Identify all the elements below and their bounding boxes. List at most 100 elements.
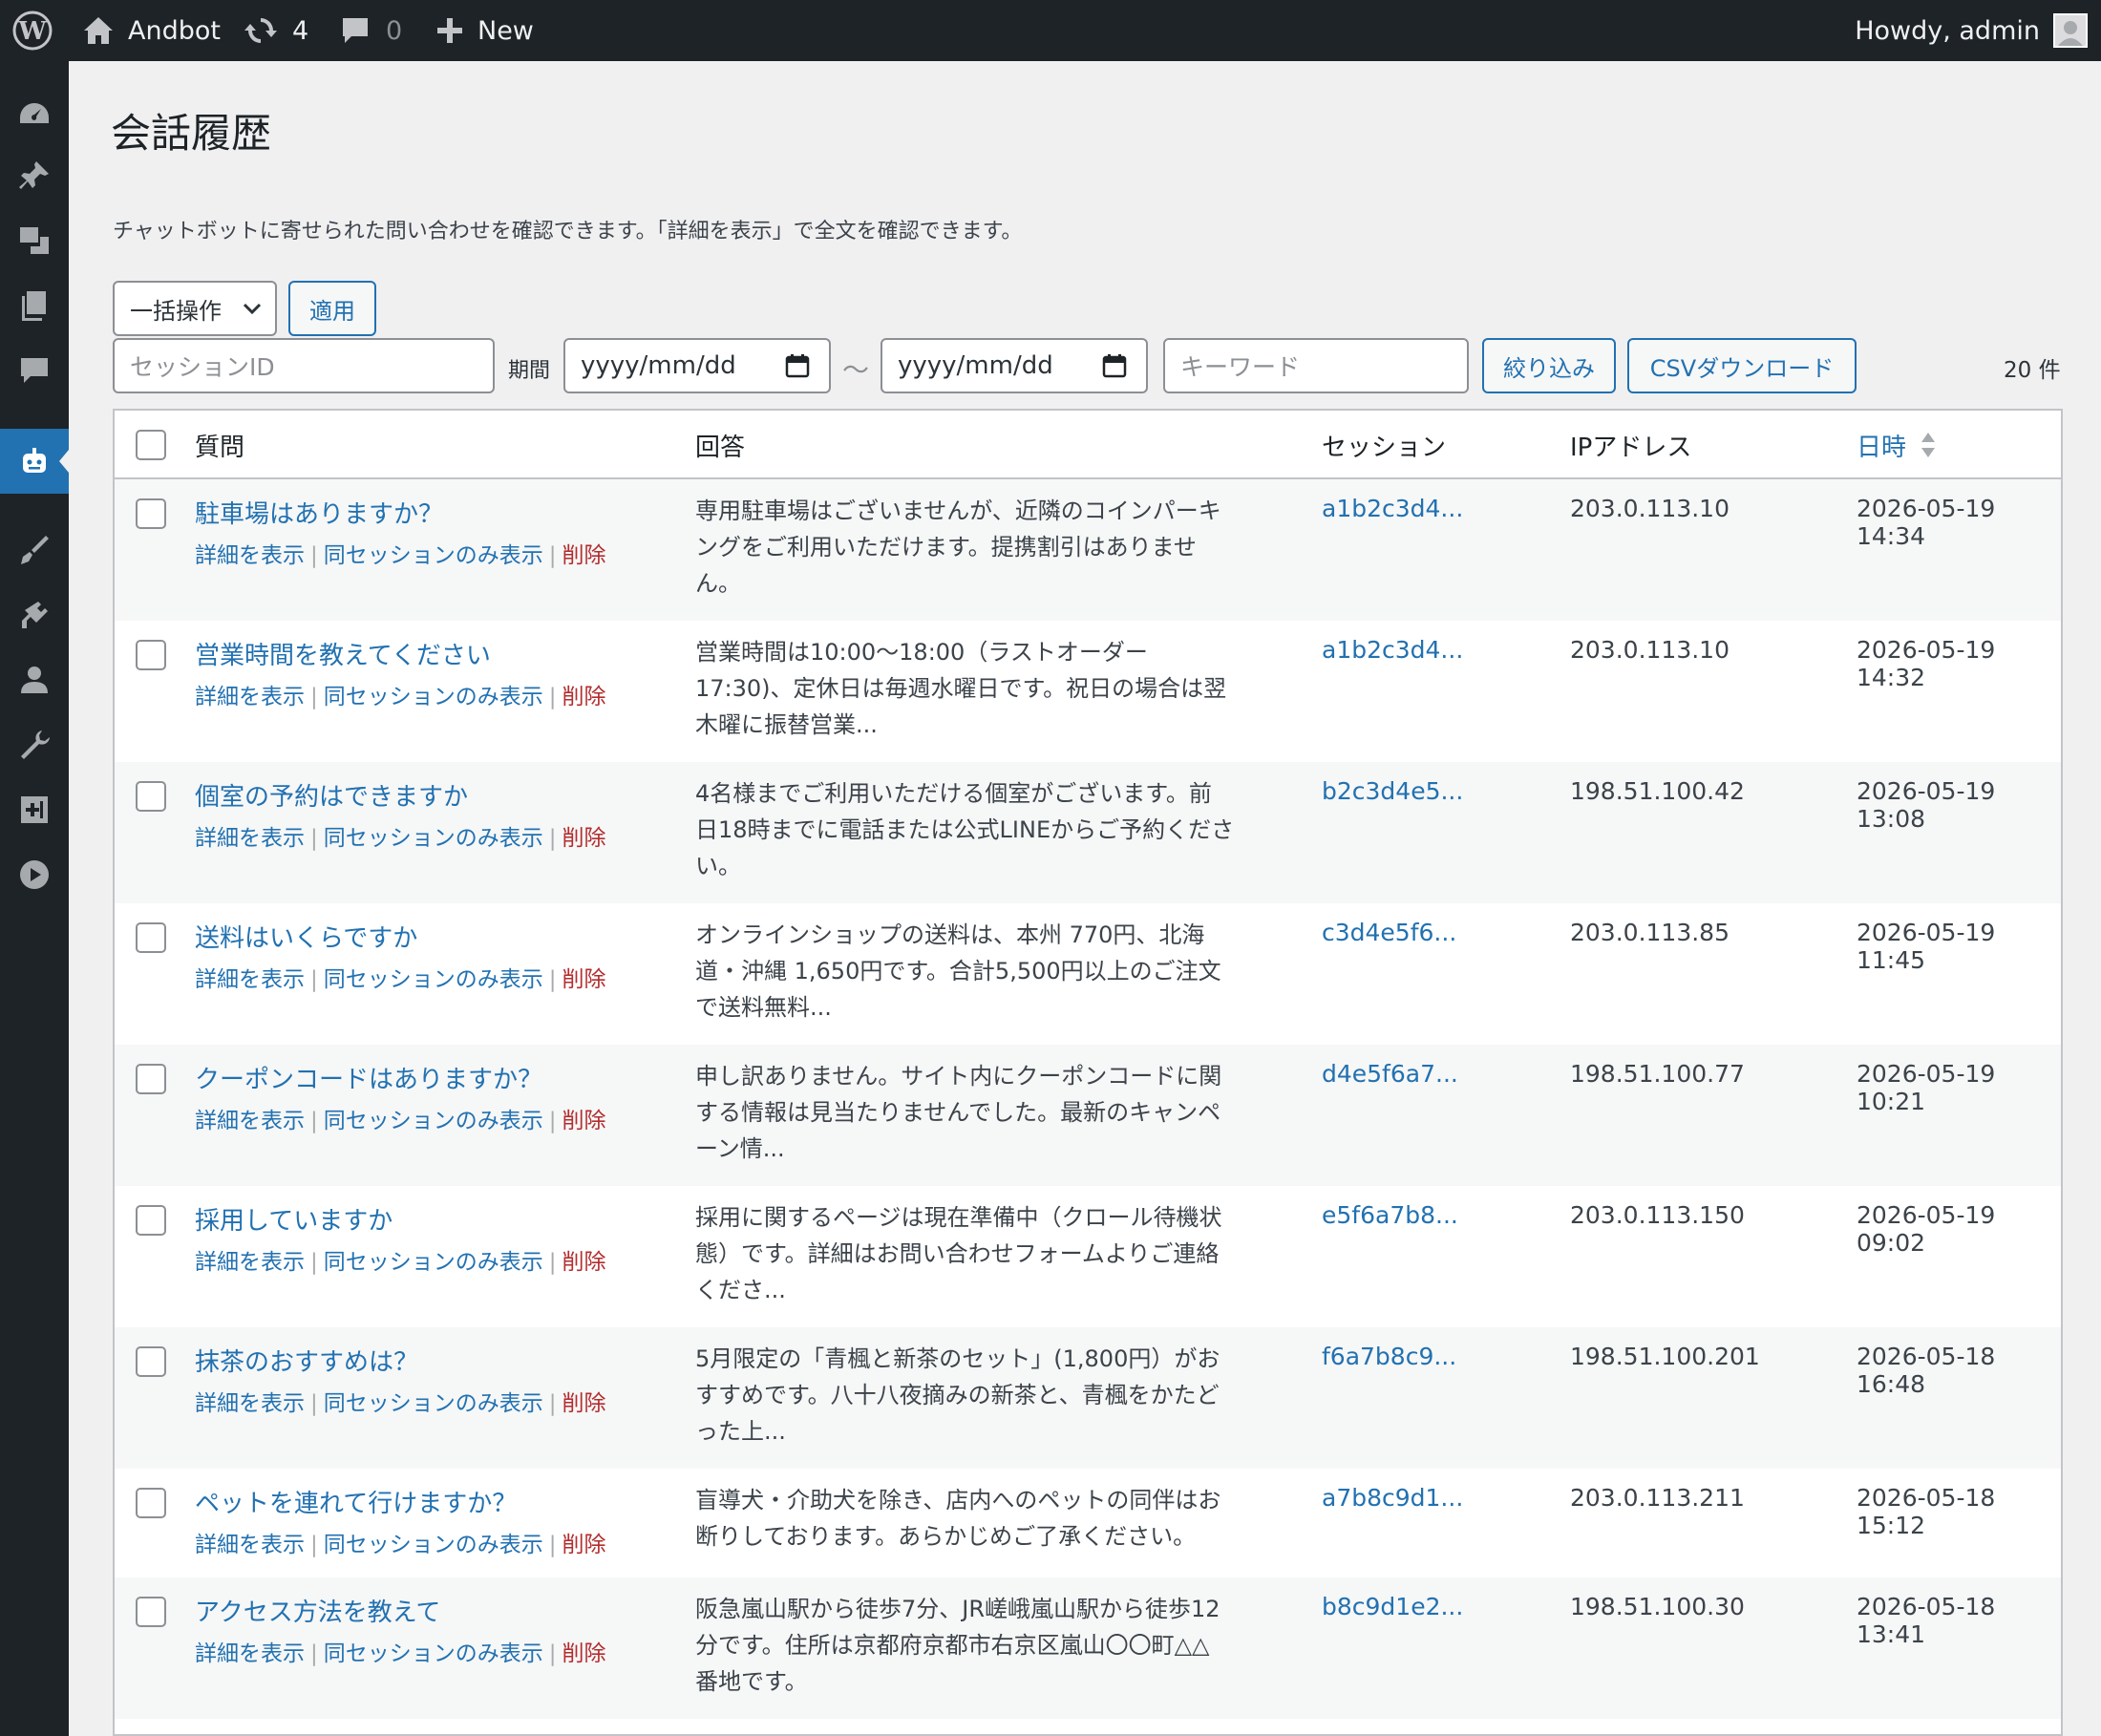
- row-checkbox[interactable]: [136, 922, 166, 953]
- csv-download-button[interactable]: CSVダウンロード: [1627, 338, 1857, 393]
- row-checkbox[interactable]: [136, 1346, 166, 1377]
- answer-line: くださ...: [695, 1277, 786, 1303]
- menu-media[interactable]: [0, 208, 69, 273]
- question-link[interactable]: アクセス方法を教えて: [195, 1593, 440, 1628]
- question-link[interactable]: クーポンコードはありますか？: [195, 1060, 542, 1095]
- datetime: 2026-05-19 13:08: [1857, 777, 1996, 833]
- filter-button[interactable]: 絞り込み: [1482, 338, 1616, 393]
- answer-line: 番地です。: [695, 1668, 808, 1695]
- view-detail-link[interactable]: 詳細を表示: [195, 1533, 305, 1557]
- menu-appearance[interactable]: [0, 518, 69, 582]
- row-checkbox[interactable]: [136, 781, 166, 812]
- menu-posts[interactable]: [0, 143, 69, 208]
- session-link[interactable]: e5f6a7b8...: [1322, 1201, 1458, 1229]
- session-link[interactable]: c3d4e5f6...: [1322, 919, 1456, 946]
- menu-media-player[interactable]: [0, 842, 69, 907]
- ip-address: 198.51.100.77: [1570, 1060, 1745, 1088]
- column-session: セッション: [1322, 433, 1447, 462]
- row-checkbox[interactable]: [136, 640, 166, 670]
- view-detail-link[interactable]: 詳細を表示: [195, 826, 305, 851]
- delete-link[interactable]: 削除: [562, 1641, 606, 1666]
- same-session-link[interactable]: 同セッションのみ表示: [324, 543, 543, 568]
- select-all-checkbox[interactable]: [136, 430, 166, 460]
- view-detail-link[interactable]: 詳細を表示: [195, 967, 305, 992]
- row-checkbox[interactable]: [136, 498, 166, 529]
- calendar-icon[interactable]: [785, 353, 810, 378]
- new-content-link[interactable]: New: [435, 0, 534, 61]
- date-to-input[interactable]: yyyy/mm/dd: [881, 338, 1148, 393]
- view-detail-link[interactable]: 詳細を表示: [195, 1109, 305, 1133]
- menu-pages[interactable]: [0, 273, 69, 338]
- question-link[interactable]: ペットを連れて行けますか？: [195, 1484, 517, 1519]
- same-session-link[interactable]: 同セッションのみ表示: [324, 1109, 543, 1133]
- row-checkbox[interactable]: [136, 1064, 166, 1094]
- same-session-link[interactable]: 同セッションのみ表示: [324, 967, 543, 992]
- answer-line: 態）です。詳細はお問い合わせフォームよりご連絡: [695, 1240, 1220, 1267]
- view-detail-link[interactable]: 詳細を表示: [195, 685, 305, 709]
- session-link[interactable]: a1b2c3d4...: [1322, 636, 1463, 664]
- delete-link[interactable]: 削除: [562, 1250, 606, 1275]
- session-link[interactable]: d4e5f6a7...: [1322, 1060, 1458, 1088]
- session-link[interactable]: b2c3d4e5...: [1322, 777, 1463, 805]
- same-session-link[interactable]: 同セッションのみ表示: [324, 1533, 543, 1557]
- delete-link[interactable]: 削除: [562, 543, 606, 568]
- view-detail-link[interactable]: 詳細を表示: [195, 1250, 305, 1275]
- question-link[interactable]: 送料はいくらですか: [195, 919, 417, 954]
- table-row: アクセス方法を教えて 詳細を表示 | 同セッションのみ表示 | 削除 阪急嵐山駅から徒歩7分…: [115, 1577, 2061, 1719]
- datetime: 2026-05-18 16:48: [1857, 1343, 1996, 1398]
- same-session-link[interactable]: 同セッションのみ表示: [324, 1250, 543, 1275]
- row-checkbox[interactable]: [136, 1597, 166, 1627]
- row-checkbox[interactable]: [136, 1205, 166, 1236]
- bulk-action-select[interactable]: 一括操作: [113, 281, 277, 336]
- wordpress-logo-icon[interactable]: W: [11, 0, 53, 61]
- session-link[interactable]: f6a7b8c9...: [1322, 1343, 1456, 1370]
- updates-link[interactable]: 4: [244, 0, 308, 61]
- site-name: Andbot: [128, 15, 221, 46]
- row-checkbox[interactable]: [136, 1488, 166, 1518]
- question-link[interactable]: 駐車場はありますか？: [195, 495, 443, 530]
- view-detail-link[interactable]: 詳細を表示: [195, 1641, 305, 1666]
- answer-line: 5月限定の「青楓と新茶のセット」(1,800円）がお: [695, 1345, 1220, 1372]
- answer-text: 採用に関するページは現在準備中（クロール待機状 態）です。詳細はお問い合わせフォー…: [695, 1199, 1242, 1308]
- session-link[interactable]: a1b2c3d4...: [1322, 495, 1463, 522]
- menu-dashboard[interactable]: [0, 82, 69, 147]
- page-description: チャットボットに寄せられた問い合わせを確認できます。「詳細を表示」で全文を確認で…: [113, 220, 1023, 243]
- question-link[interactable]: 個室の予約はできますか: [195, 777, 468, 813]
- delete-link[interactable]: 削除: [562, 685, 606, 709]
- site-name-link[interactable]: Andbot: [82, 0, 221, 61]
- view-detail-link[interactable]: 詳細を表示: [195, 543, 305, 568]
- my-account-link[interactable]: Howdy, admin: [1855, 0, 2088, 61]
- menu-comments[interactable]: [0, 338, 69, 403]
- same-session-link[interactable]: 同セッションのみ表示: [324, 1391, 543, 1416]
- session-link[interactable]: b8c9d1e2...: [1322, 1593, 1463, 1620]
- apply-button[interactable]: 適用: [288, 281, 376, 336]
- delete-link[interactable]: 削除: [562, 967, 606, 992]
- menu-andbot[interactable]: [0, 429, 69, 494]
- menu-plugins[interactable]: [0, 582, 69, 647]
- question-link[interactable]: 抹茶のおすすめは？: [195, 1343, 418, 1378]
- question-link[interactable]: 採用していますか: [195, 1201, 393, 1237]
- delete-link[interactable]: 削除: [562, 826, 606, 851]
- view-detail-link[interactable]: 詳細を表示: [195, 1391, 305, 1416]
- question-link[interactable]: 営業時間を教えてください: [195, 636, 491, 671]
- delete-link[interactable]: 削除: [562, 1109, 606, 1133]
- same-session-link[interactable]: 同セッションのみ表示: [324, 1641, 543, 1666]
- date-from-input[interactable]: yyyy/mm/dd: [563, 338, 831, 393]
- same-session-link[interactable]: 同セッションのみ表示: [324, 826, 543, 851]
- session-id-input[interactable]: セッションID: [113, 338, 495, 393]
- session-link[interactable]: a7b8c9d1...: [1322, 1484, 1463, 1512]
- delete-link[interactable]: 削除: [562, 1533, 606, 1557]
- wrench-icon: [21, 730, 50, 759]
- column-datetime-sort[interactable]: 日時: [1857, 411, 1937, 479]
- plus-icon: [437, 18, 462, 43]
- action-separator: |: [548, 1533, 557, 1557]
- menu-settings-plugin[interactable]: [0, 777, 69, 842]
- calendar-icon[interactable]: [1102, 353, 1127, 378]
- keyword-input[interactable]: キーワード: [1163, 338, 1469, 393]
- answer-line: 断りしております。あらかじめご了承ください。: [695, 1523, 1197, 1550]
- delete-link[interactable]: 削除: [562, 1391, 606, 1416]
- menu-tools[interactable]: [0, 712, 69, 777]
- menu-users[interactable]: [0, 647, 69, 712]
- comments-link[interactable]: 0: [340, 0, 402, 61]
- same-session-link[interactable]: 同セッションのみ表示: [324, 685, 543, 709]
